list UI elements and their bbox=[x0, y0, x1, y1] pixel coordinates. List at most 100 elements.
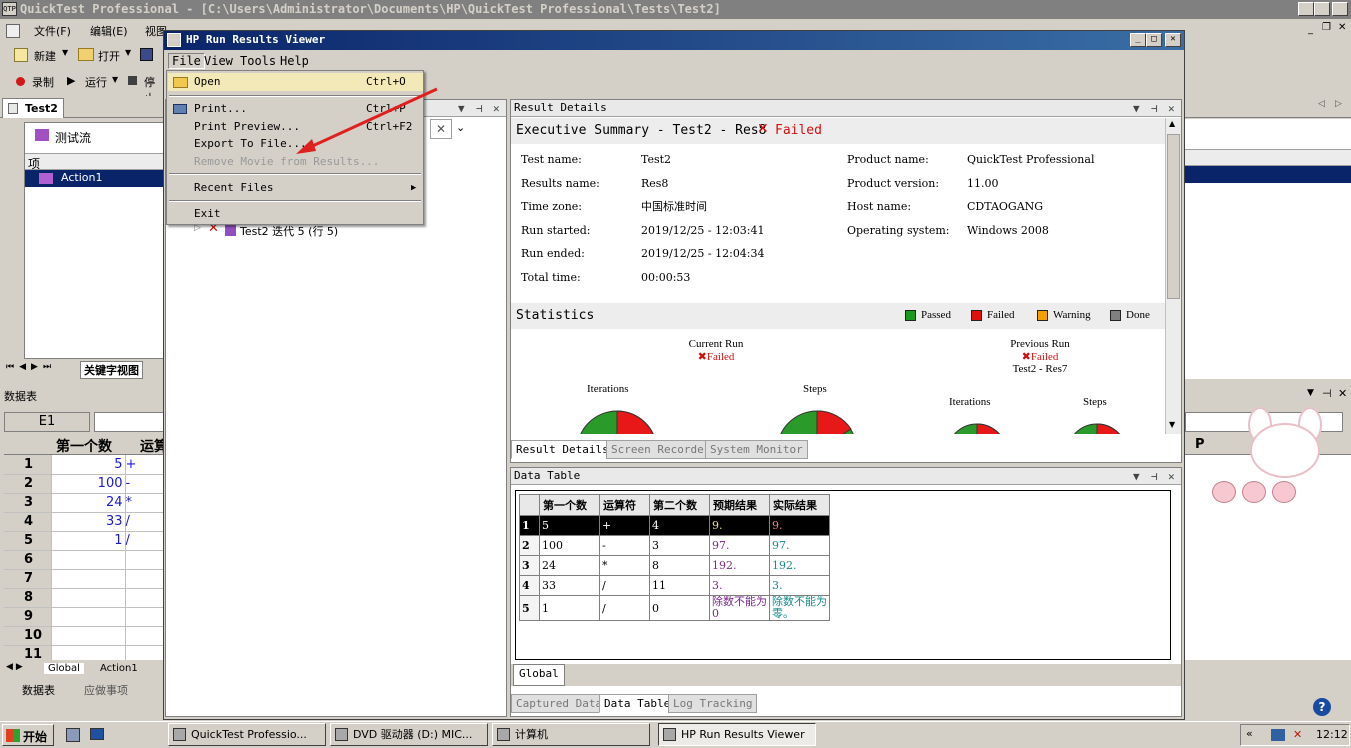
row-number[interactable]: 3 bbox=[4, 493, 53, 513]
data-pane-menu-icon[interactable]: ▼ bbox=[1133, 469, 1140, 485]
tab-datatable[interactable]: 数据表 bbox=[22, 682, 55, 698]
dt-column-header[interactable]: 实际结果 bbox=[769, 494, 830, 516]
run-dropdown-icon[interactable]: ▼ bbox=[112, 75, 118, 84]
cell-operator[interactable]: / bbox=[125, 512, 165, 532]
data-pane-pin-icon[interactable]: ⊣ bbox=[1151, 469, 1158, 485]
cell-operator[interactable]: * bbox=[125, 493, 165, 513]
dt-cell[interactable]: 3 bbox=[649, 535, 710, 556]
result-pane-pin-icon[interactable]: ⊣ bbox=[1151, 101, 1158, 117]
scroll-thumb[interactable] bbox=[1167, 134, 1180, 299]
dt-row[interactable]: 4 33/11 3. 3. bbox=[519, 575, 830, 596]
cell-name-box[interactable]: E1 bbox=[4, 412, 90, 432]
taskbar-button[interactable]: DVD 驱动器 (D:) MIC... bbox=[330, 723, 488, 746]
row-number[interactable]: 9 bbox=[4, 607, 53, 627]
viewer-menu-file[interactable]: File bbox=[168, 53, 205, 69]
sheet-scroll-icons[interactable]: ◀▶ bbox=[6, 662, 26, 672]
viewer-maximize-button[interactable]: □ bbox=[1146, 33, 1162, 47]
tab-captured-data[interactable]: Captured Data bbox=[511, 694, 608, 713]
viewer-close-button[interactable]: ✕ bbox=[1165, 33, 1181, 47]
result-details-scrollbar[interactable]: ▲ ▼ bbox=[1165, 118, 1181, 434]
row-number[interactable]: 4 bbox=[4, 512, 53, 532]
data-pane-close-icon[interactable]: ✕ bbox=[1168, 469, 1175, 485]
menu-exit[interactable]: Exit bbox=[168, 205, 423, 223]
tab-data-table[interactable]: Data Table bbox=[599, 694, 676, 713]
tab-nav-icons[interactable]: ⏮◀▶⏭ bbox=[6, 362, 56, 372]
tab-screen-recorder[interactable]: Screen Recorder bbox=[606, 440, 716, 459]
dt-column-header[interactable]: 第二个数 bbox=[649, 494, 710, 516]
mdi-restore-button[interactable]: ❐ bbox=[1322, 22, 1331, 33]
cell-first-number[interactable]: 100 bbox=[51, 474, 126, 494]
cell-first-number[interactable] bbox=[51, 645, 126, 660]
viewer-minimize-button[interactable]: _ bbox=[1130, 33, 1146, 47]
col-header-a[interactable]: 第一个数 bbox=[56, 436, 112, 456]
row-number[interactable]: 1 bbox=[4, 455, 53, 475]
dt-cell[interactable]: 5 bbox=[539, 515, 600, 536]
dt-cell[interactable]: / bbox=[599, 595, 650, 621]
tab-system-monitor[interactable]: System Monitor bbox=[705, 440, 808, 459]
menu-recent-files[interactable]: Recent Files ▶ bbox=[168, 179, 423, 197]
dt-cell[interactable]: - bbox=[599, 535, 650, 556]
dt-column-header[interactable]: 预期结果 bbox=[709, 494, 770, 516]
dt-cell[interactable]: 33 bbox=[539, 575, 600, 596]
dt-cell[interactable]: 9. bbox=[709, 515, 770, 536]
dt-row[interactable]: 1 5 +4 9. 9. bbox=[519, 515, 830, 536]
menu-file[interactable]: 文件(F) bbox=[34, 23, 71, 39]
dt-column-header[interactable]: 运算符 bbox=[599, 494, 650, 516]
viewer-menu-help[interactable]: Help bbox=[280, 54, 309, 68]
cell-first-number[interactable]: 5 bbox=[51, 455, 126, 475]
dt-cell[interactable]: 除数不能为零。 bbox=[769, 595, 830, 621]
volume-muted-icon[interactable]: ✕ bbox=[1293, 728, 1302, 741]
dt-row[interactable]: 3 24 * 8 192. 192. bbox=[519, 555, 830, 576]
dt-cell[interactable]: 192. bbox=[709, 555, 770, 576]
cell-operator[interactable]: / bbox=[125, 531, 165, 551]
tab-result-details[interactable]: Result Details bbox=[511, 440, 614, 459]
tab-global[interactable]: Global bbox=[513, 664, 565, 686]
new-dropdown-icon[interactable]: ▼ bbox=[62, 48, 68, 57]
network-icon[interactable] bbox=[1271, 729, 1285, 741]
run-button[interactable]: 运行 bbox=[85, 74, 107, 90]
minimize-button[interactable]: _ bbox=[1298, 2, 1314, 16]
pane-close-icon[interactable]: ✕ bbox=[1338, 387, 1347, 400]
row-number[interactable]: 10 bbox=[4, 626, 53, 646]
cell-first-number[interactable]: 33 bbox=[51, 512, 126, 532]
cell-first-number[interactable] bbox=[51, 607, 126, 627]
row-number[interactable]: 2 bbox=[4, 474, 53, 494]
start-button[interactable]: 开始 bbox=[2, 724, 54, 746]
cell-operator[interactable] bbox=[125, 607, 165, 627]
open-dropdown-icon[interactable]: ▼ bbox=[125, 48, 131, 57]
save-icon[interactable] bbox=[140, 48, 153, 61]
clock[interactable]: 12:12 bbox=[1316, 728, 1348, 741]
cell-first-number[interactable]: 1 bbox=[51, 531, 126, 551]
cell-first-number[interactable] bbox=[51, 626, 126, 646]
cell-operator[interactable] bbox=[125, 550, 165, 570]
dt-cell[interactable]: 11 bbox=[649, 575, 710, 596]
cell-operator[interactable]: - bbox=[125, 474, 165, 494]
cell-operator[interactable] bbox=[125, 626, 165, 646]
help-icon[interactable]: ? bbox=[1313, 698, 1331, 716]
menu-edit[interactable]: 编辑(E) bbox=[90, 23, 128, 39]
doc-tab-test2[interactable]: Test2 bbox=[2, 98, 64, 118]
cell-operator[interactable]: + bbox=[125, 455, 165, 475]
dt-cell[interactable]: 0 bbox=[649, 595, 710, 621]
open-button[interactable]: 打开 bbox=[98, 48, 120, 64]
sheet-tab-action1[interactable]: Action1 bbox=[96, 663, 142, 674]
dt-cell[interactable]: 8 bbox=[649, 555, 710, 576]
cell-operator[interactable] bbox=[125, 569, 165, 589]
dt-row[interactable]: 5 1/0 除数不能为0 除数不能为零。 bbox=[519, 595, 830, 621]
restore-button[interactable]: ❐ bbox=[1314, 2, 1330, 16]
mdi-close-button[interactable]: ✕ bbox=[1338, 22, 1346, 33]
dt-cell[interactable]: 100 bbox=[539, 535, 600, 556]
taskbar-button[interactable]: HP Run Results Viewer bbox=[658, 723, 816, 746]
row-number[interactable]: 6 bbox=[4, 550, 53, 570]
taskbar-button[interactable]: QuickTest Professio... bbox=[168, 723, 326, 746]
sheet-tab-global[interactable]: Global bbox=[44, 663, 84, 674]
dt-cell[interactable]: 192. bbox=[769, 555, 830, 576]
record-button[interactable]: 录制 bbox=[32, 74, 54, 90]
dt-cell[interactable]: 24 bbox=[539, 555, 600, 576]
cell-first-number[interactable] bbox=[51, 550, 126, 570]
row-number[interactable]: 11 bbox=[4, 645, 53, 660]
tab-keyword-view[interactable]: 关键字视图 bbox=[80, 361, 143, 379]
dt-column-header[interactable]: 第一个数 bbox=[539, 494, 600, 516]
row-number[interactable]: 5 bbox=[4, 531, 53, 551]
cell-operator[interactable] bbox=[125, 588, 165, 608]
